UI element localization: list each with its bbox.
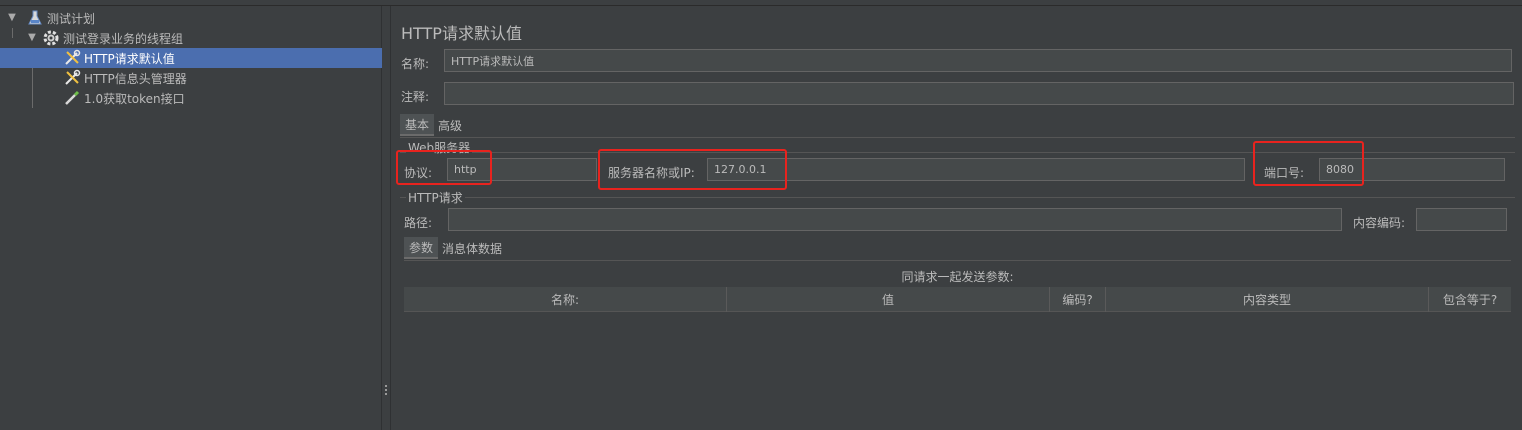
server-label: 服务器名称或IP:: [608, 166, 695, 180]
tree-guide-line: [12, 28, 13, 38]
column-header-encode[interactable]: 编码?: [1050, 287, 1106, 312]
tree-item-http-defaults[interactable]: HTTP请求默认值: [0, 48, 382, 68]
server-field[interactable]: 127.0.0.1: [707, 158, 1245, 181]
page-title: HTTP请求默认值: [401, 24, 522, 43]
column-header-content-type[interactable]: 内容类型: [1106, 287, 1429, 312]
path-label: 路径:: [404, 216, 433, 230]
params-caption: 同请求一起发送参数:: [901, 270, 1014, 284]
name-field[interactable]: HTTP请求默认值: [444, 49, 1512, 72]
chevron-down-icon[interactable]: ▼: [6, 12, 18, 24]
comment-field[interactable]: [444, 82, 1514, 105]
protocol-field[interactable]: http: [447, 158, 597, 181]
column-header-include-equals[interactable]: 包含等于?: [1429, 287, 1511, 312]
path-field[interactable]: [448, 208, 1342, 231]
tree-item-test-plan[interactable]: ▼ 测试计划: [6, 8, 95, 28]
tree-item-thread-group[interactable]: ▼ 测试登录业务的线程组: [26, 28, 183, 48]
split-pane-divider[interactable]: [382, 6, 391, 430]
tree-item-label: 1.0获取token接口: [84, 91, 185, 106]
http-request-group-title: HTTP请求: [406, 189, 465, 206]
tab-advanced[interactable]: 高级: [433, 114, 467, 136]
encoding-field[interactable]: [1416, 208, 1507, 231]
config-panel: HTTP请求默认值 名称: HTTP请求默认值 注释: 基本 高级 Web服务器…: [391, 6, 1522, 430]
subtab-divider: [404, 260, 1511, 261]
port-label: 端口号:: [1264, 166, 1305, 180]
chevron-down-icon[interactable]: ▼: [26, 32, 38, 44]
pipette-icon: [63, 89, 81, 107]
tree-item-label: 测试计划: [47, 11, 96, 26]
tree-item-token-sampler[interactable]: 1.0获取token接口: [63, 88, 185, 108]
tab-parameters[interactable]: 参数: [404, 237, 439, 259]
flask-icon: [26, 9, 44, 27]
test-plan-tree[interactable]: ▼ 测试计划 ▼ 测试登录业务的线程组 HTTP请求默认值 HTTP信息头管理器…: [0, 6, 382, 430]
column-header-name[interactable]: 名称:: [404, 287, 727, 312]
tree-item-label: HTTP请求默认值: [84, 51, 175, 66]
tab-divider: [400, 137, 1515, 138]
encoding-label: 内容编码:: [1353, 216, 1406, 230]
gear-icon: [42, 29, 60, 47]
params-table-header: 名称: 值 编码? 内容类型 包含等于?: [404, 287, 1511, 312]
splitter-grip-icon[interactable]: [384, 385, 388, 399]
comment-label: 注释:: [401, 90, 430, 104]
wrench-icon: [63, 69, 81, 87]
web-server-group-title: Web服务器: [406, 139, 473, 156]
http-request-group-border: [400, 197, 1515, 198]
tab-body-data[interactable]: 消息体数据: [437, 237, 507, 259]
name-label: 名称:: [401, 57, 430, 71]
protocol-label: 协议:: [404, 166, 433, 180]
tree-item-header-manager[interactable]: HTTP信息头管理器: [63, 68, 187, 88]
params-table-body[interactable]: [404, 312, 1511, 430]
tab-basic[interactable]: 基本: [400, 114, 435, 136]
tree-item-label: HTTP信息头管理器: [84, 71, 187, 86]
column-header-value[interactable]: 值: [727, 287, 1050, 312]
web-server-group-border: [400, 152, 1515, 153]
wrench-icon: [63, 49, 81, 67]
tree-item-label: 测试登录业务的线程组: [63, 31, 184, 46]
port-field[interactable]: 8080: [1319, 158, 1505, 181]
